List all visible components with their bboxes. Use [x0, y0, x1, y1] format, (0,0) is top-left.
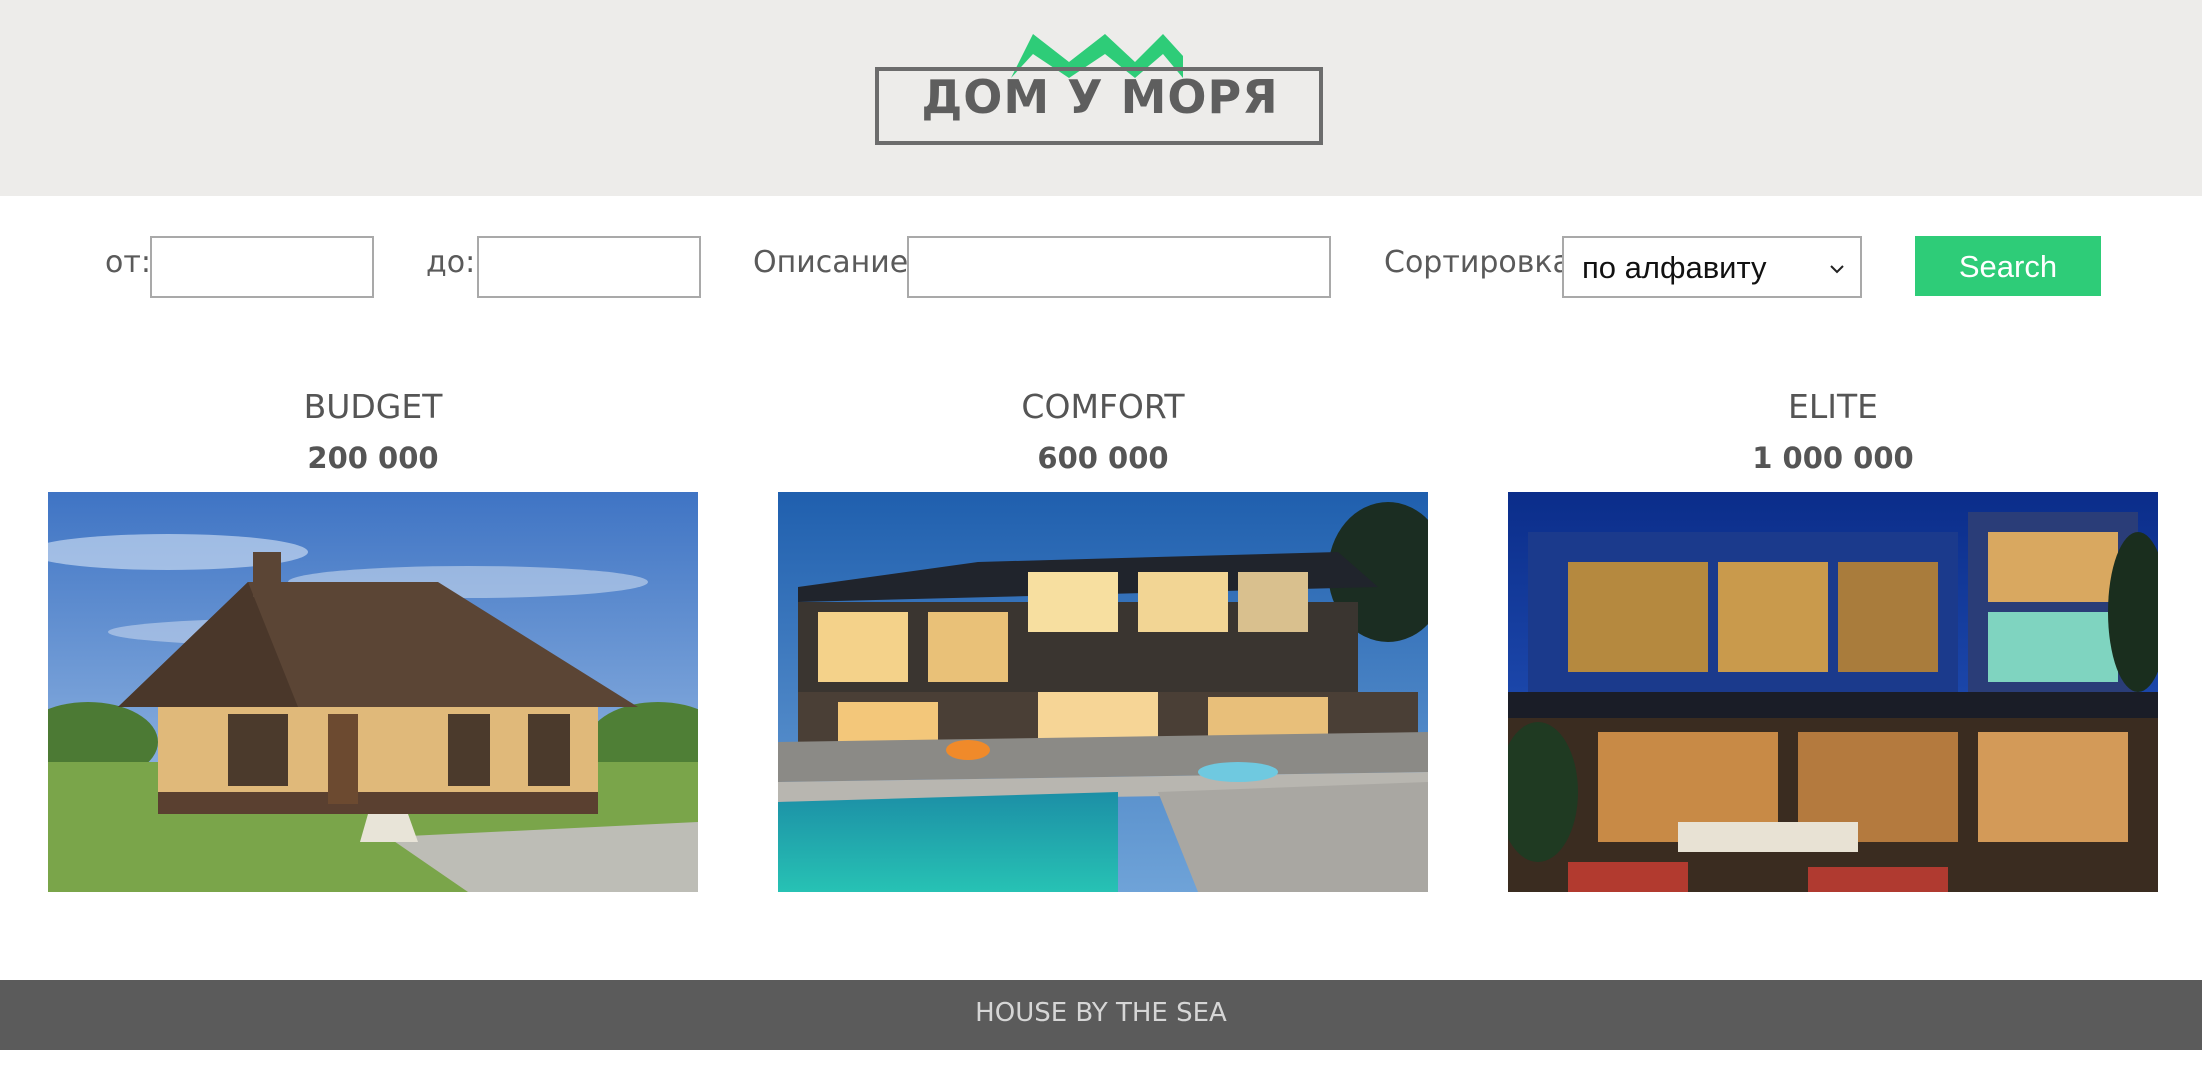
price-from-label: от: [105, 245, 151, 280]
search-button[interactable]: Search [1915, 236, 2101, 296]
logo-text: ДОМ У МОРЯ [921, 70, 1279, 124]
footer-text: HOUSE BY THE SEA [975, 998, 1227, 1028]
card-title: BUDGET [303, 387, 443, 426]
sort-selected-value: по алфавиту [1582, 250, 1767, 285]
card-price: 200 000 [307, 441, 439, 475]
card-price: 1 000 000 [1752, 441, 1914, 475]
description-input[interactable] [907, 236, 1331, 298]
offer-card-comfort[interactable]: COMFORT 600 000 [778, 382, 1428, 892]
comfort-house-image[interactable] [778, 492, 1428, 892]
price-to-label: до: [426, 245, 476, 280]
sort-select[interactable]: по алфавиту [1562, 236, 1862, 298]
filter-bar: от: до: Описание: Сортировка: по алфавит… [0, 196, 2202, 336]
price-from-input[interactable] [150, 236, 374, 298]
elite-house-image[interactable] [1508, 492, 2158, 892]
site-logo[interactable]: ДОМ У МОРЯ [873, 26, 1333, 156]
card-price: 600 000 [1037, 441, 1169, 475]
description-label: Описание: [753, 245, 919, 280]
chevron-down-icon [1830, 265, 1844, 274]
card-title: COMFORT [1021, 387, 1185, 426]
site-footer: HOUSE BY THE SEA [0, 980, 2202, 1050]
card-title: ELITE [1788, 387, 1878, 426]
price-to-input[interactable] [477, 236, 701, 298]
offer-card-budget[interactable]: BUDGET 200 000 [48, 382, 698, 892]
site-header: ДОМ У МОРЯ [0, 0, 2202, 196]
budget-house-image[interactable] [48, 492, 698, 892]
sort-label: Сортировка: [1384, 245, 1582, 280]
offer-card-elite[interactable]: ELITE 1 000 000 [1508, 382, 2158, 892]
